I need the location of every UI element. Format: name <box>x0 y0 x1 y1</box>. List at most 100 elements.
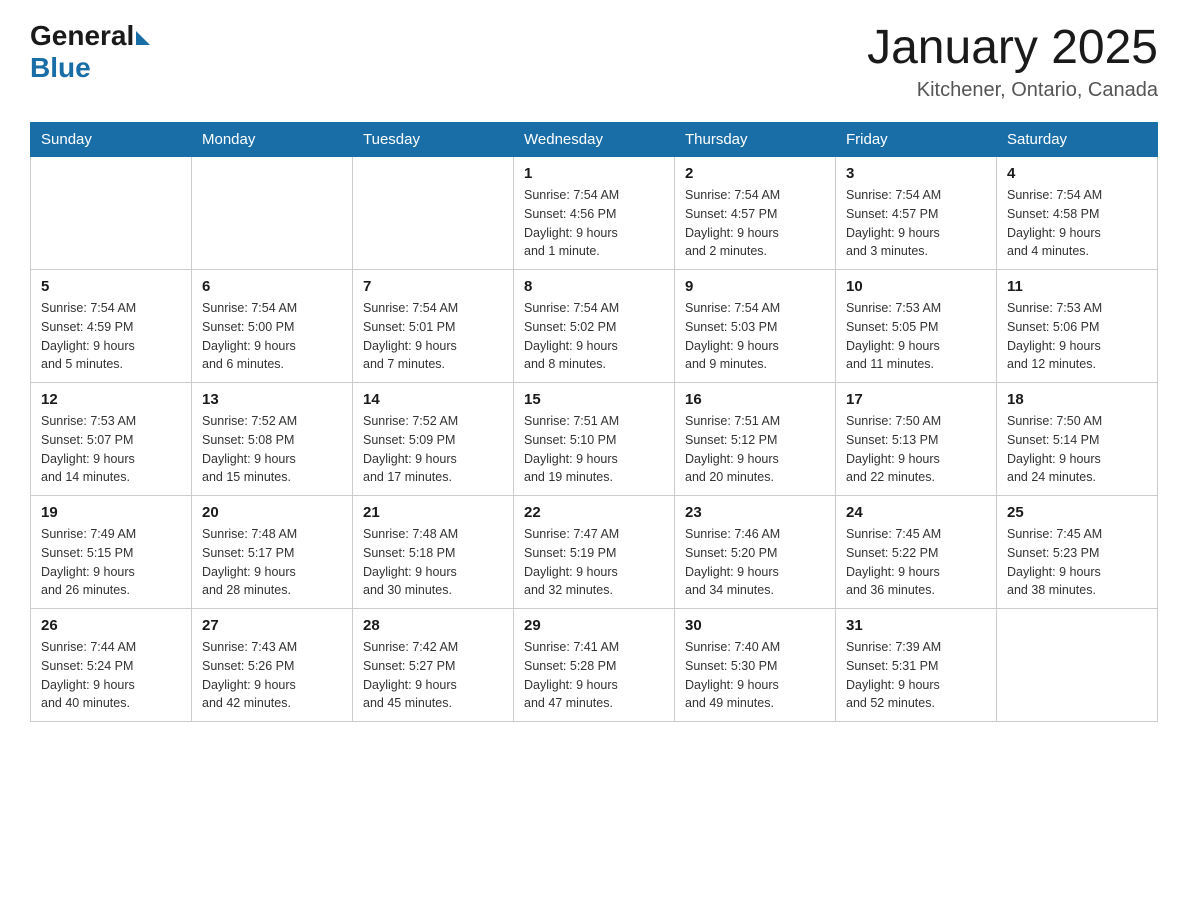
calendar-day-12: 12 Sunrise: 7:53 AMSunset: 5:07 PMDayligh… <box>31 383 192 496</box>
day-info: Sunrise: 7:50 AMSunset: 5:14 PMDaylight:… <box>1007 412 1147 487</box>
column-header-wednesday: Wednesday <box>514 123 675 157</box>
day-number: 20 <box>202 504 342 521</box>
calendar-day-5: 5 Sunrise: 7:54 AMSunset: 4:59 PMDaylight… <box>31 270 192 383</box>
day-number: 28 <box>363 617 503 634</box>
day-info: Sunrise: 7:48 AMSunset: 5:17 PMDaylight:… <box>202 525 342 600</box>
day-number: 14 <box>363 391 503 408</box>
calendar-day-29: 29Sunrise: 7:41 AMSunset: 5:28 PMDayligh… <box>514 609 675 722</box>
calendar-day-2: 2 Sunrise: 7:54 AMSunset: 4:57 PMDaylight… <box>675 157 836 270</box>
calendar-empty-cell <box>192 157 353 270</box>
month-title: January 2025 <box>867 20 1158 75</box>
day-info: Sunrise: 7:45 AMSunset: 5:23 PMDaylight:… <box>1007 525 1147 600</box>
day-info: Sunrise: 7:39 AMSunset: 5:31 PMDaylight:… <box>846 638 986 713</box>
day-number: 31 <box>846 617 986 634</box>
location-text: Kitchener, Ontario, Canada <box>867 79 1158 102</box>
logo: General Blue <box>30 20 150 84</box>
calendar-day-16: 16Sunrise: 7:51 AMSunset: 5:12 PMDayligh… <box>675 383 836 496</box>
day-info: Sunrise: 7:54 AMSunset: 5:02 PMDaylight:… <box>524 299 664 374</box>
calendar-week-row: 1 Sunrise: 7:54 AMSunset: 4:56 PMDaylight… <box>31 157 1158 270</box>
calendar-day-14: 14Sunrise: 7:52 AMSunset: 5:09 PMDayligh… <box>353 383 514 496</box>
day-info: Sunrise: 7:54 AMSunset: 4:57 PMDaylight:… <box>685 186 825 261</box>
calendar-day-22: 22Sunrise: 7:47 AMSunset: 5:19 PMDayligh… <box>514 496 675 609</box>
day-info: Sunrise: 7:53 AMSunset: 5:07 PMDaylight:… <box>41 412 181 487</box>
calendar-week-row: 12 Sunrise: 7:53 AMSunset: 5:07 PMDayligh… <box>31 383 1158 496</box>
day-info: Sunrise: 7:51 AMSunset: 5:12 PMDaylight:… <box>685 412 825 487</box>
column-header-thursday: Thursday <box>675 123 836 157</box>
day-number: 24 <box>846 504 986 521</box>
day-info: Sunrise: 7:50 AMSunset: 5:13 PMDaylight:… <box>846 412 986 487</box>
calendar-day-13: 13 Sunrise: 7:52 AMSunset: 5:08 PMDayligh… <box>192 383 353 496</box>
calendar-week-row: 19 Sunrise: 7:49 AMSunset: 5:15 PMDayligh… <box>31 496 1158 609</box>
day-number: 18 <box>1007 391 1147 408</box>
column-header-monday: Monday <box>192 123 353 157</box>
day-info: Sunrise: 7:44 AMSunset: 5:24 PMDaylight:… <box>41 638 181 713</box>
day-number: 2 <box>685 165 825 182</box>
day-number: 27 <box>202 617 342 634</box>
day-info: Sunrise: 7:54 AMSunset: 4:58 PMDaylight:… <box>1007 186 1147 261</box>
calendar-day-23: 23Sunrise: 7:46 AMSunset: 5:20 PMDayligh… <box>675 496 836 609</box>
calendar-day-3: 3Sunrise: 7:54 AMSunset: 4:57 PMDaylight… <box>836 157 997 270</box>
title-section: January 2025 Kitchener, Ontario, Canada <box>867 20 1158 102</box>
logo-general-text: General <box>30 20 134 52</box>
day-info: Sunrise: 7:40 AMSunset: 5:30 PMDaylight:… <box>685 638 825 713</box>
day-info: Sunrise: 7:53 AMSunset: 5:05 PMDaylight:… <box>846 299 986 374</box>
day-info: Sunrise: 7:42 AMSunset: 5:27 PMDaylight:… <box>363 638 503 713</box>
day-number: 5 <box>41 278 181 295</box>
day-number: 12 <box>41 391 181 408</box>
day-info: Sunrise: 7:46 AMSunset: 5:20 PMDaylight:… <box>685 525 825 600</box>
page-header: General Blue January 2025 Kitchener, Ont… <box>30 20 1158 102</box>
column-header-sunday: Sunday <box>31 123 192 157</box>
day-number: 6 <box>202 278 342 295</box>
column-header-saturday: Saturday <box>997 123 1158 157</box>
calendar-day-15: 15Sunrise: 7:51 AMSunset: 5:10 PMDayligh… <box>514 383 675 496</box>
calendar-day-19: 19 Sunrise: 7:49 AMSunset: 5:15 PMDayligh… <box>31 496 192 609</box>
calendar-day-10: 10Sunrise: 7:53 AMSunset: 5:05 PMDayligh… <box>836 270 997 383</box>
day-number: 1 <box>524 165 664 182</box>
calendar-empty-cell <box>31 157 192 270</box>
day-number: 21 <box>363 504 503 521</box>
day-number: 7 <box>363 278 503 295</box>
day-number: 25 <box>1007 504 1147 521</box>
day-info: Sunrise: 7:54 AMSunset: 5:03 PMDaylight:… <box>685 299 825 374</box>
day-number: 13 <box>202 391 342 408</box>
day-info: Sunrise: 7:54 AMSunset: 4:56 PMDaylight:… <box>524 186 664 261</box>
calendar-day-11: 11Sunrise: 7:53 AMSunset: 5:06 PMDayligh… <box>997 270 1158 383</box>
calendar-empty-cell <box>997 609 1158 722</box>
calendar-day-27: 27Sunrise: 7:43 AMSunset: 5:26 PMDayligh… <box>192 609 353 722</box>
day-number: 26 <box>41 617 181 634</box>
calendar-day-8: 8Sunrise: 7:54 AMSunset: 5:02 PMDaylight… <box>514 270 675 383</box>
day-info: Sunrise: 7:54 AMSunset: 4:59 PMDaylight:… <box>41 299 181 374</box>
logo-arrow-icon <box>136 31 150 45</box>
calendar-day-7: 7Sunrise: 7:54 AMSunset: 5:01 PMDaylight… <box>353 270 514 383</box>
calendar-day-20: 20 Sunrise: 7:48 AMSunset: 5:17 PMDayligh… <box>192 496 353 609</box>
day-number: 9 <box>685 278 825 295</box>
day-info: Sunrise: 7:51 AMSunset: 5:10 PMDaylight:… <box>524 412 664 487</box>
day-number: 29 <box>524 617 664 634</box>
calendar-day-6: 6 Sunrise: 7:54 AMSunset: 5:00 PMDaylight… <box>192 270 353 383</box>
day-info: Sunrise: 7:45 AMSunset: 5:22 PMDaylight:… <box>846 525 986 600</box>
day-number: 4 <box>1007 165 1147 182</box>
column-header-friday: Friday <box>836 123 997 157</box>
day-number: 11 <box>1007 278 1147 295</box>
column-header-tuesday: Tuesday <box>353 123 514 157</box>
logo-blue-text: Blue <box>30 52 91 84</box>
calendar-day-31: 31 Sunrise: 7:39 AMSunset: 5:31 PMDayligh… <box>836 609 997 722</box>
calendar-day-24: 24 Sunrise: 7:45 AMSunset: 5:22 PMDayligh… <box>836 496 997 609</box>
day-info: Sunrise: 7:54 AMSunset: 5:00 PMDaylight:… <box>202 299 342 374</box>
day-info: Sunrise: 7:47 AMSunset: 5:19 PMDaylight:… <box>524 525 664 600</box>
day-number: 17 <box>846 391 986 408</box>
day-number: 3 <box>846 165 986 182</box>
day-number: 19 <box>41 504 181 521</box>
calendar-day-9: 9 Sunrise: 7:54 AMSunset: 5:03 PMDaylight… <box>675 270 836 383</box>
day-number: 30 <box>685 617 825 634</box>
day-info: Sunrise: 7:48 AMSunset: 5:18 PMDaylight:… <box>363 525 503 600</box>
calendar-week-row: 5 Sunrise: 7:54 AMSunset: 4:59 PMDaylight… <box>31 270 1158 383</box>
calendar-day-30: 30 Sunrise: 7:40 AMSunset: 5:30 PMDayligh… <box>675 609 836 722</box>
calendar-header-row: SundayMondayTuesdayWednesdayThursdayFrid… <box>31 123 1158 157</box>
day-info: Sunrise: 7:52 AMSunset: 5:08 PMDaylight:… <box>202 412 342 487</box>
calendar-day-28: 28 Sunrise: 7:42 AMSunset: 5:27 PMDayligh… <box>353 609 514 722</box>
day-info: Sunrise: 7:49 AMSunset: 5:15 PMDaylight:… <box>41 525 181 600</box>
calendar-empty-cell <box>353 157 514 270</box>
calendar-day-4: 4 Sunrise: 7:54 AMSunset: 4:58 PMDaylight… <box>997 157 1158 270</box>
calendar-week-row: 26 Sunrise: 7:44 AMSunset: 5:24 PMDayligh… <box>31 609 1158 722</box>
